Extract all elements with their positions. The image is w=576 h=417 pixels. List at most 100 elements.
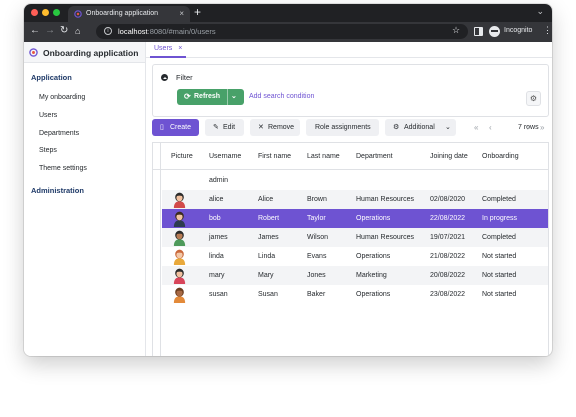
- more-menu-icon[interactable]: ⋮: [543, 25, 552, 36]
- reload-icon[interactable]: ↻: [60, 25, 68, 37]
- refresh-dropdown-chevron-icon[interactable]: ⌄: [231, 92, 237, 100]
- cell-first-name: Alice: [258, 196, 274, 203]
- browser-tab[interactable]: Onboarding application ×: [68, 6, 190, 22]
- cell-department: Operations: [356, 291, 391, 298]
- add-search-condition-link[interactable]: Add search condition: [249, 93, 314, 100]
- last-page-icon[interactable]: »: [540, 123, 544, 132]
- sidebar-item-my-onboarding[interactable]: My onboarding: [39, 94, 85, 101]
- sidebar-item-departments[interactable]: Departments: [39, 130, 79, 137]
- table-row[interactable]: linda Linda Evans Operations 21/08/2022 Not s…: [162, 247, 548, 266]
- column-header-onboarding[interactable]: Onboarding: [482, 153, 519, 160]
- create-button[interactable]: ▯ Create: [152, 119, 199, 136]
- remove-button[interactable]: ✕ Remove: [250, 119, 300, 136]
- profile-label: Incognito: [504, 27, 533, 34]
- close-view-tab-icon[interactable]: ×: [178, 45, 182, 52]
- url-host: localhost: [118, 27, 148, 36]
- maximize-window-button[interactable]: [53, 9, 60, 16]
- remove-x-icon: ✕: [258, 124, 264, 131]
- cell-department: Operations: [356, 215, 391, 222]
- sidebar-menu: Application My onboarding Users Departme…: [24, 63, 146, 356]
- column-header-first-name[interactable]: First name: [258, 153, 291, 160]
- minimize-window-button[interactable]: [42, 9, 49, 16]
- next-page-icon[interactable]: ›: [527, 123, 530, 132]
- incognito-icon[interactable]: [489, 26, 500, 37]
- sidebar-item-theme-settings[interactable]: Theme settings: [39, 165, 87, 172]
- table-row[interactable]: james James Wilson Human Resources 19/07/202…: [162, 228, 548, 247]
- tab-search-chevron-icon[interactable]: ⌄: [536, 6, 544, 17]
- cell-joining-date: 22/08/2022: [430, 215, 466, 222]
- cell-username: bob: [209, 215, 221, 222]
- home-icon[interactable]: ⌂: [75, 25, 80, 37]
- browser-tab-strip: Onboarding application × + ⌄: [24, 4, 552, 22]
- column-header-picture[interactable]: Picture: [171, 153, 193, 160]
- cell-last-name: Wilson: [307, 234, 329, 241]
- cell-last-name: Jones: [307, 272, 326, 279]
- settings-gear-icon: ⚙: [393, 124, 400, 131]
- refresh-icon: ⟳: [184, 92, 191, 101]
- cell-last-name: Brown: [307, 196, 327, 203]
- sidebar-item-users[interactable]: Users: [39, 112, 57, 119]
- edit-button[interactable]: ✎ Edit: [205, 119, 244, 136]
- cell-joining-date: 19/07/2021: [430, 234, 466, 241]
- cell-department: Human Resources: [356, 196, 414, 203]
- table-row[interactable]: mary Mary Jones Marketing 20/08/2022 Not star…: [162, 266, 548, 285]
- additional-chevron-down-icon: ⌄: [445, 124, 451, 131]
- table-row[interactable]: susan Susan Baker Operations 23/08/2022 Not s…: [162, 285, 548, 304]
- user-avatar-icon: [173, 230, 186, 246]
- cell-department: Human Resources: [356, 234, 414, 241]
- additional-button[interactable]: ⚙ Additional ⌄: [385, 119, 456, 136]
- cell-joining-date: 21/08/2022: [430, 253, 466, 260]
- cell-username: alice: [209, 196, 224, 203]
- cell-onboarding: In progress: [482, 215, 518, 222]
- cell-username: admin: [209, 177, 229, 184]
- sidebar-section-administration[interactable]: Administration: [31, 186, 84, 195]
- cell-first-name: Linda: [258, 253, 276, 260]
- tab-users-label: Users: [154, 45, 173, 52]
- first-page-icon[interactable]: «: [474, 123, 478, 132]
- browser-toolbar: ← → ↻ ⌂ i localhost:8080/#main/0/users ☆…: [24, 22, 552, 42]
- bookmark-star-icon[interactable]: ☆: [452, 25, 460, 36]
- filter-settings-gear-icon[interactable]: ⚙: [526, 91, 541, 106]
- refresh-label: Refresh: [194, 93, 221, 100]
- cell-onboarding: Not started: [482, 291, 517, 298]
- tab-users[interactable]: Users ×: [150, 42, 187, 58]
- table-row[interactable]: alice Alice Brown Human Resources 02/08/2020…: [162, 190, 548, 209]
- close-tab-icon[interactable]: ×: [179, 9, 184, 18]
- filter-label: Filter: [176, 73, 193, 82]
- column-header-username[interactable]: Username: [209, 153, 241, 160]
- pencil-icon: ✎: [213, 124, 219, 131]
- edit-label: Edit: [223, 124, 236, 131]
- column-header-last-name[interactable]: Last name: [307, 153, 340, 160]
- user-avatar-icon: [173, 192, 186, 208]
- sidebar-section-application[interactable]: Application: [31, 73, 72, 82]
- app-favicon-icon: [74, 10, 82, 18]
- address-bar[interactable]: i localhost:8080/#main/0/users: [96, 24, 468, 39]
- site-info-icon[interactable]: i: [104, 27, 112, 35]
- create-document-icon: ▯: [160, 124, 164, 131]
- previous-page-icon[interactable]: ‹: [489, 123, 492, 132]
- users-table: Picture Username First name Last name De…: [152, 142, 549, 356]
- sidebar-item-steps[interactable]: Steps: [39, 147, 57, 154]
- side-panel-icon[interactable]: [474, 27, 483, 36]
- table-header: Picture Username First name Last name De…: [153, 143, 548, 170]
- forward-arrow-icon[interactable]: →: [45, 25, 55, 37]
- cell-first-name: James: [258, 234, 279, 241]
- user-avatar-icon: [173, 249, 186, 265]
- new-tab-button[interactable]: +: [194, 5, 201, 19]
- column-header-joining-date[interactable]: Joining date: [430, 153, 468, 160]
- column-header-department[interactable]: Department: [356, 153, 393, 160]
- app-header: Onboarding application: [24, 42, 146, 63]
- close-window-button[interactable]: [31, 9, 38, 16]
- refresh-button[interactable]: ⟳ Refresh ⌄: [177, 89, 244, 105]
- browser-tab-title: Onboarding application: [86, 10, 158, 17]
- back-arrow-icon[interactable]: ←: [30, 25, 40, 37]
- table-row[interactable]: bob Robert Taylor Operations 22/08/2022 In pr…: [162, 209, 548, 228]
- collapse-filter-icon[interactable]: [161, 74, 168, 81]
- url-path: :8080/#main/0/users: [147, 27, 216, 36]
- role-assignments-button[interactable]: Role assignments: [306, 119, 379, 136]
- view-tab-bar: Users ×: [146, 42, 552, 58]
- table-row[interactable]: admin: [162, 171, 548, 190]
- cell-onboarding: Completed: [482, 196, 516, 203]
- additional-label: Additional: [404, 124, 435, 131]
- cell-joining-date: 20/08/2022: [430, 272, 466, 279]
